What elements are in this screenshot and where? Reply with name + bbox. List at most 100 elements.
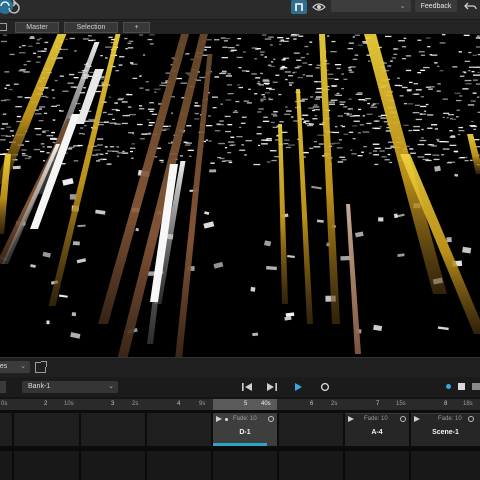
tab-master[interactable]: Master <box>15 22 59 33</box>
empty-cue-slot[interactable] <box>147 413 211 446</box>
led-pixel <box>142 54 146 56</box>
led-pixel <box>327 73 334 75</box>
cue-play-icon[interactable] <box>216 416 222 422</box>
empty-cue-slot[interactable] <box>411 451 480 480</box>
skip-forward-icon[interactable] <box>266 380 278 394</box>
record-icon[interactable] <box>319 380 331 394</box>
eye-icon[interactable] <box>311 0 327 14</box>
cue-card[interactable]: Fade: 10 D-1 <box>213 413 277 446</box>
led-pixel <box>368 60 371 62</box>
gear-icon[interactable] <box>468 416 474 422</box>
led-pixel <box>194 118 200 120</box>
empty-cue-slot[interactable] <box>279 451 343 480</box>
tab-selection[interactable]: Selection <box>64 22 118 33</box>
led-pixel <box>303 121 306 124</box>
bank-select[interactable]: Bank-1 ⌄ <box>22 381 118 393</box>
empty-cue-slot[interactable] <box>14 451 79 480</box>
led-pixel <box>468 70 471 72</box>
stage-panel <box>434 165 441 172</box>
led-pixel <box>238 67 242 69</box>
undo-icon[interactable] <box>462 0 480 12</box>
empty-cue-slot[interactable] <box>14 413 79 446</box>
empty-cue-slot[interactable] <box>345 451 409 480</box>
empty-cue-slot[interactable] <box>279 413 343 446</box>
cue-header-cell[interactable]: 4 9s <box>146 399 212 410</box>
cue-header-cell[interactable]: 7 15s <box>345 399 411 410</box>
gear-icon[interactable] <box>268 416 274 422</box>
cue-play-icon[interactable] <box>414 416 420 422</box>
led-pixel <box>307 124 313 127</box>
led-pixel <box>204 46 212 48</box>
refresh-icon[interactable] <box>6 0 20 15</box>
led-pixel <box>13 83 19 85</box>
led-pixel <box>74 50 77 52</box>
cue-header-cell[interactable]: 6 2s <box>279 399 345 410</box>
led-pixel <box>381 156 387 158</box>
led-pixel <box>357 93 363 95</box>
led-pixel <box>225 75 232 77</box>
output-viewport[interactable] <box>0 34 480 357</box>
led-pixel <box>337 115 344 117</box>
led-pixel <box>261 143 268 145</box>
led-pixel <box>428 88 433 90</box>
gear-icon[interactable] <box>400 416 406 422</box>
led-pixel <box>374 127 381 130</box>
led-pixel <box>309 123 314 125</box>
empty-cue-slot[interactable] <box>147 451 211 480</box>
empty-cue-slot[interactable] <box>0 413 12 446</box>
led-pixel <box>214 76 220 78</box>
output-select[interactable]: ⌄ <box>331 0 411 12</box>
led-pixel <box>28 156 32 158</box>
cue-list-select[interactable]: ues ⌄ <box>0 361 30 373</box>
cue-header-cell-active[interactable]: 5 40s <box>213 399 277 410</box>
cue-card[interactable]: Fade: 10 A-4 <box>345 413 409 446</box>
led-pixel <box>132 77 138 79</box>
led-pixel <box>328 103 335 105</box>
empty-cue-slot[interactable] <box>81 451 145 480</box>
led-pixel <box>336 67 341 70</box>
led-pixel <box>431 145 437 147</box>
led-pixel <box>1 123 9 125</box>
empty-cue-slot[interactable] <box>81 413 145 446</box>
led-pixel <box>334 64 342 66</box>
cue-duration: 2s <box>132 401 139 407</box>
stop-icon[interactable] <box>458 383 465 390</box>
led-pixel <box>314 98 320 100</box>
stage-panel <box>42 251 51 258</box>
led-pixel <box>228 161 233 164</box>
cue-play-icon[interactable] <box>348 416 354 422</box>
led-pixel <box>41 50 47 52</box>
led-pixel <box>82 133 85 135</box>
light-beam <box>400 154 480 334</box>
led-pixel <box>235 100 240 103</box>
panel-toggle-icon[interactable] <box>0 23 7 31</box>
led-pixel <box>330 99 338 101</box>
feedback-button[interactable]: Feedback <box>415 0 457 12</box>
popout-icon[interactable] <box>35 361 47 373</box>
app-logo-icon[interactable] <box>291 0 307 14</box>
led-pixel <box>417 72 422 74</box>
led-pixel <box>473 74 480 76</box>
led-pixel <box>476 146 480 148</box>
grid-icon[interactable] <box>472 383 480 390</box>
light-beam <box>319 34 340 324</box>
cue-header: 0s 2 10s 3 2s 4 9s 5 40s 6 2s 7 15s 8 18… <box>0 399 480 410</box>
play-icon[interactable] <box>292 380 304 394</box>
led-pixel <box>424 153 432 156</box>
led-pixel <box>468 51 472 54</box>
led-pixel <box>47 146 52 148</box>
led-pixel <box>352 36 355 38</box>
tab-add[interactable]: + <box>123 22 150 33</box>
cue-header-cell[interactable]: 8 18s <box>411 399 480 410</box>
empty-cue-slot[interactable] <box>0 451 12 480</box>
cue-header-cell[interactable]: 2 10s <box>14 399 80 410</box>
led-pixel <box>212 96 218 98</box>
skip-back-icon[interactable] <box>241 380 253 394</box>
cue-header-cell[interactable]: 3 2s <box>80 399 146 410</box>
led-pixel <box>316 81 322 83</box>
cue-card[interactable]: Fade: 10 Scene-1 <box>411 413 480 446</box>
led-pixel <box>464 60 470 62</box>
empty-cue-slot[interactable] <box>213 451 277 480</box>
led-pixel <box>372 143 380 145</box>
side-handle[interactable] <box>0 381 6 393</box>
